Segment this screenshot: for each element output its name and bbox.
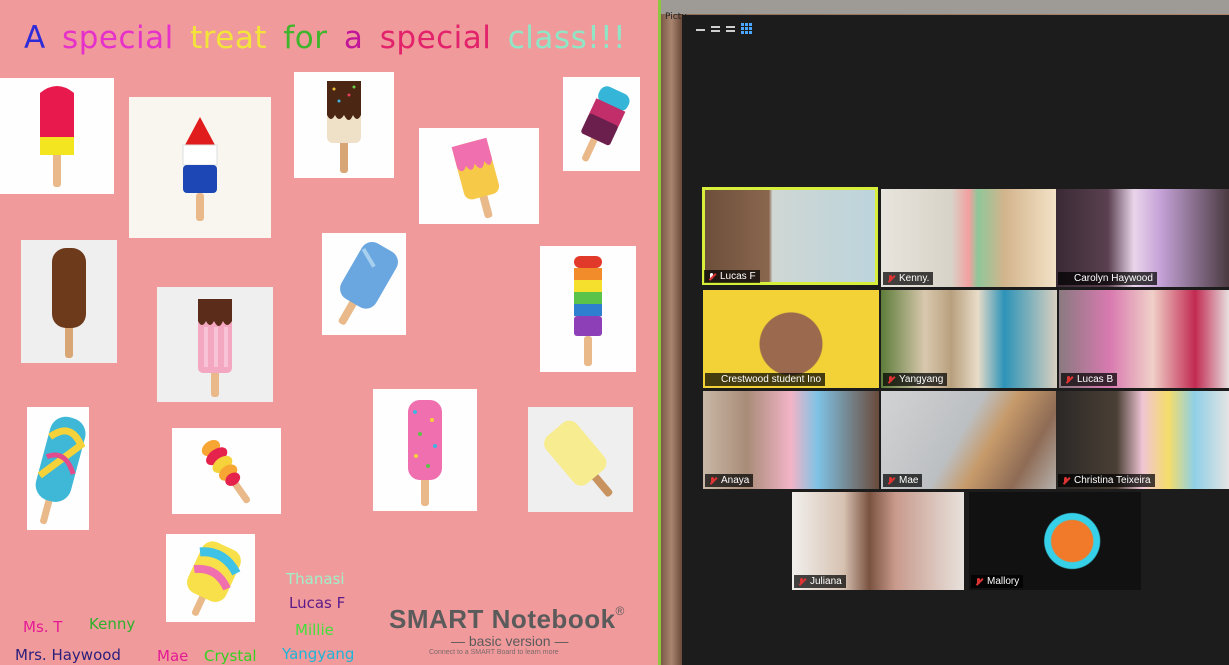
- muted-mic-icon: [975, 578, 982, 586]
- video-tile-kenny[interactable]: Kenny.: [881, 189, 1057, 287]
- video-tile-yangyang[interactable]: Yangyang: [881, 290, 1057, 388]
- participant-name-label: Juliana: [794, 575, 846, 588]
- muted-mic-icon: [887, 376, 894, 384]
- video-tile-anaya[interactable]: Anaya: [703, 391, 879, 489]
- popsicle-image-bomb-tilted[interactable]: [563, 77, 640, 171]
- video-tile-mae[interactable]: Mae: [881, 391, 1057, 489]
- popsicle-image-swirl[interactable]: [27, 407, 89, 530]
- smart-notebook-logo: SMART Notebook® — basic version — Connec…: [389, 604, 625, 656]
- participant-name-label: Lucas F: [704, 270, 760, 283]
- video-tile-mallory[interactable]: Mallory: [969, 492, 1141, 590]
- participant-name-label: Carolyn Haywood: [1058, 272, 1157, 285]
- muted-mic-icon: [887, 275, 894, 283]
- mic-icon: [708, 273, 715, 281]
- video-tile-carolyn-haywood[interactable]: Carolyn Haywood: [1056, 189, 1229, 287]
- participant-name-label: Anaya: [705, 474, 754, 487]
- student-name-crystal[interactable]: Crystal: [204, 647, 257, 665]
- participant-name-label: Lucas B: [1061, 373, 1118, 386]
- participant-name-label: Yangyang: [883, 373, 948, 386]
- muted-mic-icon: [709, 477, 716, 485]
- popsicle-image-melty-swirl[interactable]: [166, 534, 255, 622]
- popsicle-image-blue-melting[interactable]: [322, 233, 406, 335]
- popsicle-image-chocolate[interactable]: [21, 240, 117, 363]
- video-tile-juliana[interactable]: Juliana: [792, 492, 964, 590]
- muted-mic-icon: [1062, 477, 1069, 485]
- participant-name-label: Mae: [883, 474, 923, 487]
- minimize-icon[interactable]: [696, 29, 705, 31]
- student-name-millie[interactable]: Millie: [295, 621, 334, 639]
- muted-mic-icon: [887, 477, 894, 485]
- logo-name: SMART Notebook: [389, 604, 616, 634]
- view-controls: [696, 23, 752, 34]
- video-tile-lucas-f[interactable]: Lucas F: [702, 187, 878, 285]
- tile-icon[interactable]: [726, 25, 735, 32]
- popsicle-image-lemon[interactable]: [528, 407, 633, 512]
- title-word: special: [62, 20, 174, 56]
- popsicle-image-rainbow[interactable]: [540, 246, 636, 372]
- popsicle-image-chocolate-sprinkles[interactable]: [294, 72, 394, 178]
- popsicle-image-red-yellow[interactable]: [0, 78, 114, 194]
- muted-mic-icon: [798, 578, 805, 586]
- participant-name-label: Mallory: [971, 575, 1024, 588]
- muted-mic-icon: [1065, 376, 1072, 384]
- popsicle-image-rocket[interactable]: [129, 97, 271, 238]
- logo-fine-print: Connect to a SMART Board to learn more: [429, 649, 559, 656]
- title-word: special: [379, 20, 492, 56]
- video-tile-christina-teixeira[interactable]: Christina Teixeira: [1056, 391, 1229, 489]
- student-name-mrs-haywood[interactable]: Mrs. Haywood: [15, 646, 121, 664]
- title-word: for: [283, 20, 328, 56]
- desktop-wallpaper-strip: [661, 0, 682, 665]
- title-word: treat: [190, 20, 268, 56]
- participant-name-label: Christina Teixeira: [1058, 474, 1155, 487]
- title-word: a: [343, 20, 364, 56]
- gallery-view-icon[interactable]: [741, 23, 752, 34]
- logo-edition: — basic version —: [451, 633, 569, 649]
- video-tile-lucas-b[interactable]: Lucas B: [1059, 290, 1229, 388]
- student-name-yangyang[interactable]: Yangyang: [282, 645, 354, 663]
- student-name-mae[interactable]: Mae: [157, 647, 188, 665]
- student-name-lucas-f[interactable]: Lucas F: [289, 594, 345, 612]
- desktop-background: Pictu Lucas F Kenny. Carolyn Haywood Cre…: [661, 0, 1229, 665]
- student-name-ms-t[interactable]: Ms. T: [23, 618, 62, 636]
- title-word: class!!!: [507, 20, 627, 56]
- background-window-edge: [661, 0, 1229, 14]
- restore-icon[interactable]: [711, 25, 720, 32]
- popsicle-image-pink-chocolate[interactable]: [157, 287, 273, 402]
- page-title: A special treat for a special class!!!: [0, 20, 650, 56]
- title-word: A: [23, 20, 46, 56]
- participant-name-label: Crestwood student Ino: [705, 373, 826, 386]
- video-tile-crestwood-student[interactable]: Crestwood student Ino: [703, 290, 879, 388]
- popsicle-image-twister[interactable]: [172, 428, 281, 514]
- popsicle-image-sprinkle-pink[interactable]: [373, 389, 477, 511]
- student-name-kenny[interactable]: Kenny: [89, 615, 135, 633]
- popsicle-image-pink-drip[interactable]: [419, 128, 539, 224]
- registered-mark: ®: [615, 604, 625, 618]
- smart-notebook-canvas[interactable]: A special treat for a special class!!! T…: [0, 0, 658, 665]
- participant-name-label: Kenny.: [883, 272, 934, 285]
- student-name-thanasi[interactable]: Thanasi: [286, 570, 345, 588]
- zoom-meeting-window[interactable]: Lucas F Kenny. Carolyn Haywood Crestwood…: [682, 15, 1229, 665]
